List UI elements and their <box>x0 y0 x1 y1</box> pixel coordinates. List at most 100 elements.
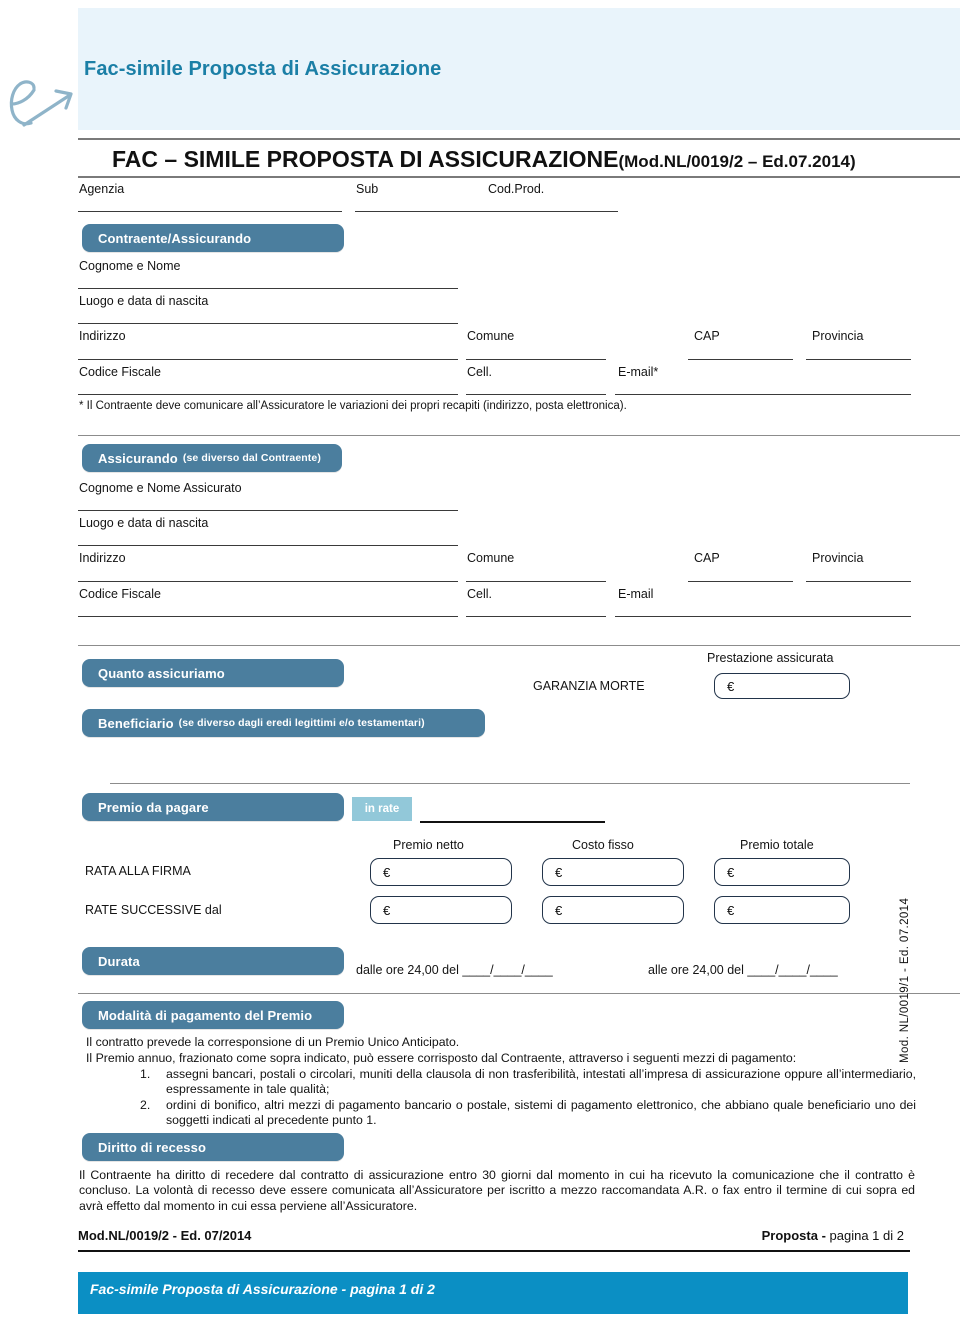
input-in-rate[interactable] <box>420 821 605 823</box>
input-cod-prod[interactable] <box>488 211 618 212</box>
label-sub: Sub <box>356 182 379 196</box>
label-cell-contraente: Cell. <box>467 365 493 379</box>
input-codice-fiscale-assicurando[interactable] <box>78 616 458 617</box>
modalita-item-2-number: 2. <box>140 1098 151 1112</box>
durata-dalle[interactable]: dalle ore 24,00 del ____/____/____ <box>356 963 553 977</box>
page-title: FAC – SIMILE PROPOSTA DI ASSICURAZIONE(M… <box>112 146 856 173</box>
section-badge-recesso-label: Diritto di recesso <box>98 1139 206 1155</box>
label-provincia-contraente: Provincia <box>812 329 864 343</box>
input-rate-successive-netto[interactable]: € <box>370 896 512 924</box>
label-cap-contraente: CAP <box>694 329 720 343</box>
input-provincia-assicurando[interactable] <box>806 581 911 582</box>
footer-bar: Fac-simile Proposta di Assicurazione - p… <box>78 1272 908 1314</box>
input-prestazione-assicurata[interactable]: € <box>714 673 850 699</box>
section-badge-assicurando-label: Assicurando <box>98 450 178 466</box>
label-cognome-nome-assicurato: Cognome e Nome Assicurato <box>79 481 242 495</box>
label-garanzia-morte: GARANZIA MORTE <box>533 679 645 693</box>
input-luogo-data-contraente[interactable] <box>78 323 458 324</box>
label-indirizzo-contraente: Indirizzo <box>79 329 126 343</box>
label-comune-contraente: Comune <box>467 329 515 343</box>
label-indirizzo-assicurando: Indirizzo <box>79 551 126 565</box>
durata-alle[interactable]: alle ore 24,00 del ____/____/____ <box>648 963 838 977</box>
input-rata-firma-fisso[interactable]: € <box>542 858 684 886</box>
row-label-rate-successive: RATE SUCCESSIVE dal <box>85 903 222 917</box>
page-title-main: FAC – SIMILE PROPOSTA DI ASSICURAZIONE <box>112 146 619 172</box>
label-luogo-data-contraente: Luogo e data di nascita <box>79 294 209 308</box>
label-prestazione-assicurata: Prestazione assicurata <box>707 651 834 665</box>
input-rate-successive-totale[interactable]: € <box>714 896 850 924</box>
input-indirizzo-assicurando[interactable] <box>78 581 458 582</box>
input-sub[interactable] <box>355 211 490 212</box>
input-agenzia[interactable] <box>78 211 342 212</box>
label-email-contraente: E-mail* <box>618 365 659 379</box>
column-header-premio-netto: Premio netto <box>393 838 464 852</box>
section-badge-modalita-pagamento: Modalità di pagamento del Premio <box>82 1001 344 1029</box>
input-rate-successive-fisso[interactable]: € <box>542 896 684 924</box>
footer-page-rest: pagina 1 di 2 <box>825 1228 904 1243</box>
divider-assicurando <box>78 435 960 436</box>
input-comune-assicurando[interactable] <box>466 581 606 582</box>
divider-quanto-assicuriamo <box>78 645 960 646</box>
page-title-code: (Mod.NL/0019/2 – Ed.07.2014) <box>618 152 856 171</box>
input-indirizzo-contraente[interactable] <box>78 359 458 360</box>
input-cognome-nome-contraente[interactable] <box>78 288 458 289</box>
modalita-item-1-text: assegni bancari, postali o circolari, mu… <box>166 1067 916 1097</box>
input-cap-contraente[interactable] <box>688 359 793 360</box>
footer-page-indicator: Proposta - pagina 1 di 2 <box>762 1228 904 1243</box>
input-luogo-data-assicurando[interactable] <box>78 545 458 546</box>
section-badge-assicurando: Assicurando (se diverso dal Contraente) <box>82 444 342 472</box>
footer-mod-code: Mod.NL/0019/2 - Ed. 07/2014 <box>78 1228 252 1243</box>
modalita-item-1-number: 1. <box>140 1067 151 1081</box>
label-luogo-data-assicurando: Luogo e data di nascita <box>79 516 209 530</box>
row-label-rata-alla-firma: RATA ALLA FIRMA <box>85 864 191 878</box>
label-email-assicurando: E-mail <box>618 587 654 601</box>
contraente-footnote: * Il Contraente deve comunicare all’Assi… <box>79 400 627 412</box>
input-comune-contraente[interactable] <box>466 359 606 360</box>
input-rata-firma-netto[interactable]: € <box>370 858 512 886</box>
divider-premio <box>110 783 910 784</box>
section-badge-beneficiario-sublabel: (se diverso dagli eredi legittimi e/o te… <box>178 717 425 729</box>
label-cap-assicurando: CAP <box>694 551 720 565</box>
column-header-premio-totale: Premio totale <box>740 838 814 852</box>
section-badge-beneficiario: Beneficiario (se diverso dagli eredi leg… <box>82 709 485 737</box>
footer-page-bold: Proposta - <box>761 1228 826 1243</box>
divider-modalita <box>78 993 960 994</box>
footer-rule <box>78 1250 910 1252</box>
footer-bar-text: Fac-simile Proposta di Assicurazione - p… <box>90 1281 435 1297</box>
side-margin-code: Mod. NL/0019/1 - Ed. 07.2014 <box>899 897 911 1063</box>
section-badge-diritto-recesso: Diritto di recesso <box>82 1133 344 1161</box>
section-badge-modalita-label: Modalità di pagamento del Premio <box>98 1007 313 1023</box>
input-rata-firma-totale[interactable]: € <box>714 858 850 886</box>
label-codice-fiscale-contraente: Codice Fiscale <box>79 365 161 379</box>
section-badge-durata: Durata <box>82 947 344 975</box>
column-header-costo-fisso: Costo fisso <box>572 838 634 852</box>
section-badge-premio-label: Premio da pagare <box>98 799 209 815</box>
input-codice-fiscale-contraente[interactable] <box>78 394 458 395</box>
label-agenzia: Agenzia <box>79 182 125 196</box>
input-provincia-contraente[interactable] <box>806 359 911 360</box>
label-cognome-nome-contraente: Cognome e Nome <box>79 259 181 273</box>
label-codice-fiscale-assicurando: Codice Fiscale <box>79 587 161 601</box>
label-comune-assicurando: Comune <box>467 551 515 565</box>
input-cell-contraente[interactable] <box>466 394 606 395</box>
modalita-paragraph-1: Il contratto prevede la corresponsione d… <box>86 1035 460 1049</box>
section-badge-quanto-assicuriamo-label: Quanto assicuriamo <box>98 665 225 681</box>
input-email-assicurando[interactable] <box>615 616 911 617</box>
banner-title: Fac-simile Proposta di Assicurazione <box>84 58 442 80</box>
input-cap-assicurando[interactable] <box>688 581 793 582</box>
section-badge-beneficiario-label: Beneficiario <box>98 715 174 731</box>
section-badge-durata-label: Durata <box>98 953 140 969</box>
label-cod-prod: Cod.Prod. <box>488 182 545 196</box>
section-badge-assicurando-sublabel: (se diverso dal Contraente) <box>182 452 321 464</box>
recesso-text: Il Contraente ha diritto di recedere dal… <box>79 1168 915 1213</box>
modalita-item-2-text: ordini di bonifico, altri mezzi di pagam… <box>166 1098 916 1128</box>
title-rule-top <box>78 138 960 140</box>
badge-in-rate: in rate <box>352 797 412 821</box>
input-cognome-nome-assicurato[interactable] <box>78 510 458 511</box>
section-badge-quanto-assicuriamo: Quanto assicuriamo <box>82 659 344 687</box>
input-cell-assicurando[interactable] <box>466 616 606 617</box>
input-email-contraente[interactable] <box>615 394 911 395</box>
label-cell-assicurando: Cell. <box>467 587 493 601</box>
e-arrow-logo <box>4 78 76 134</box>
section-badge-premio-da-pagare: Premio da pagare <box>82 793 344 821</box>
